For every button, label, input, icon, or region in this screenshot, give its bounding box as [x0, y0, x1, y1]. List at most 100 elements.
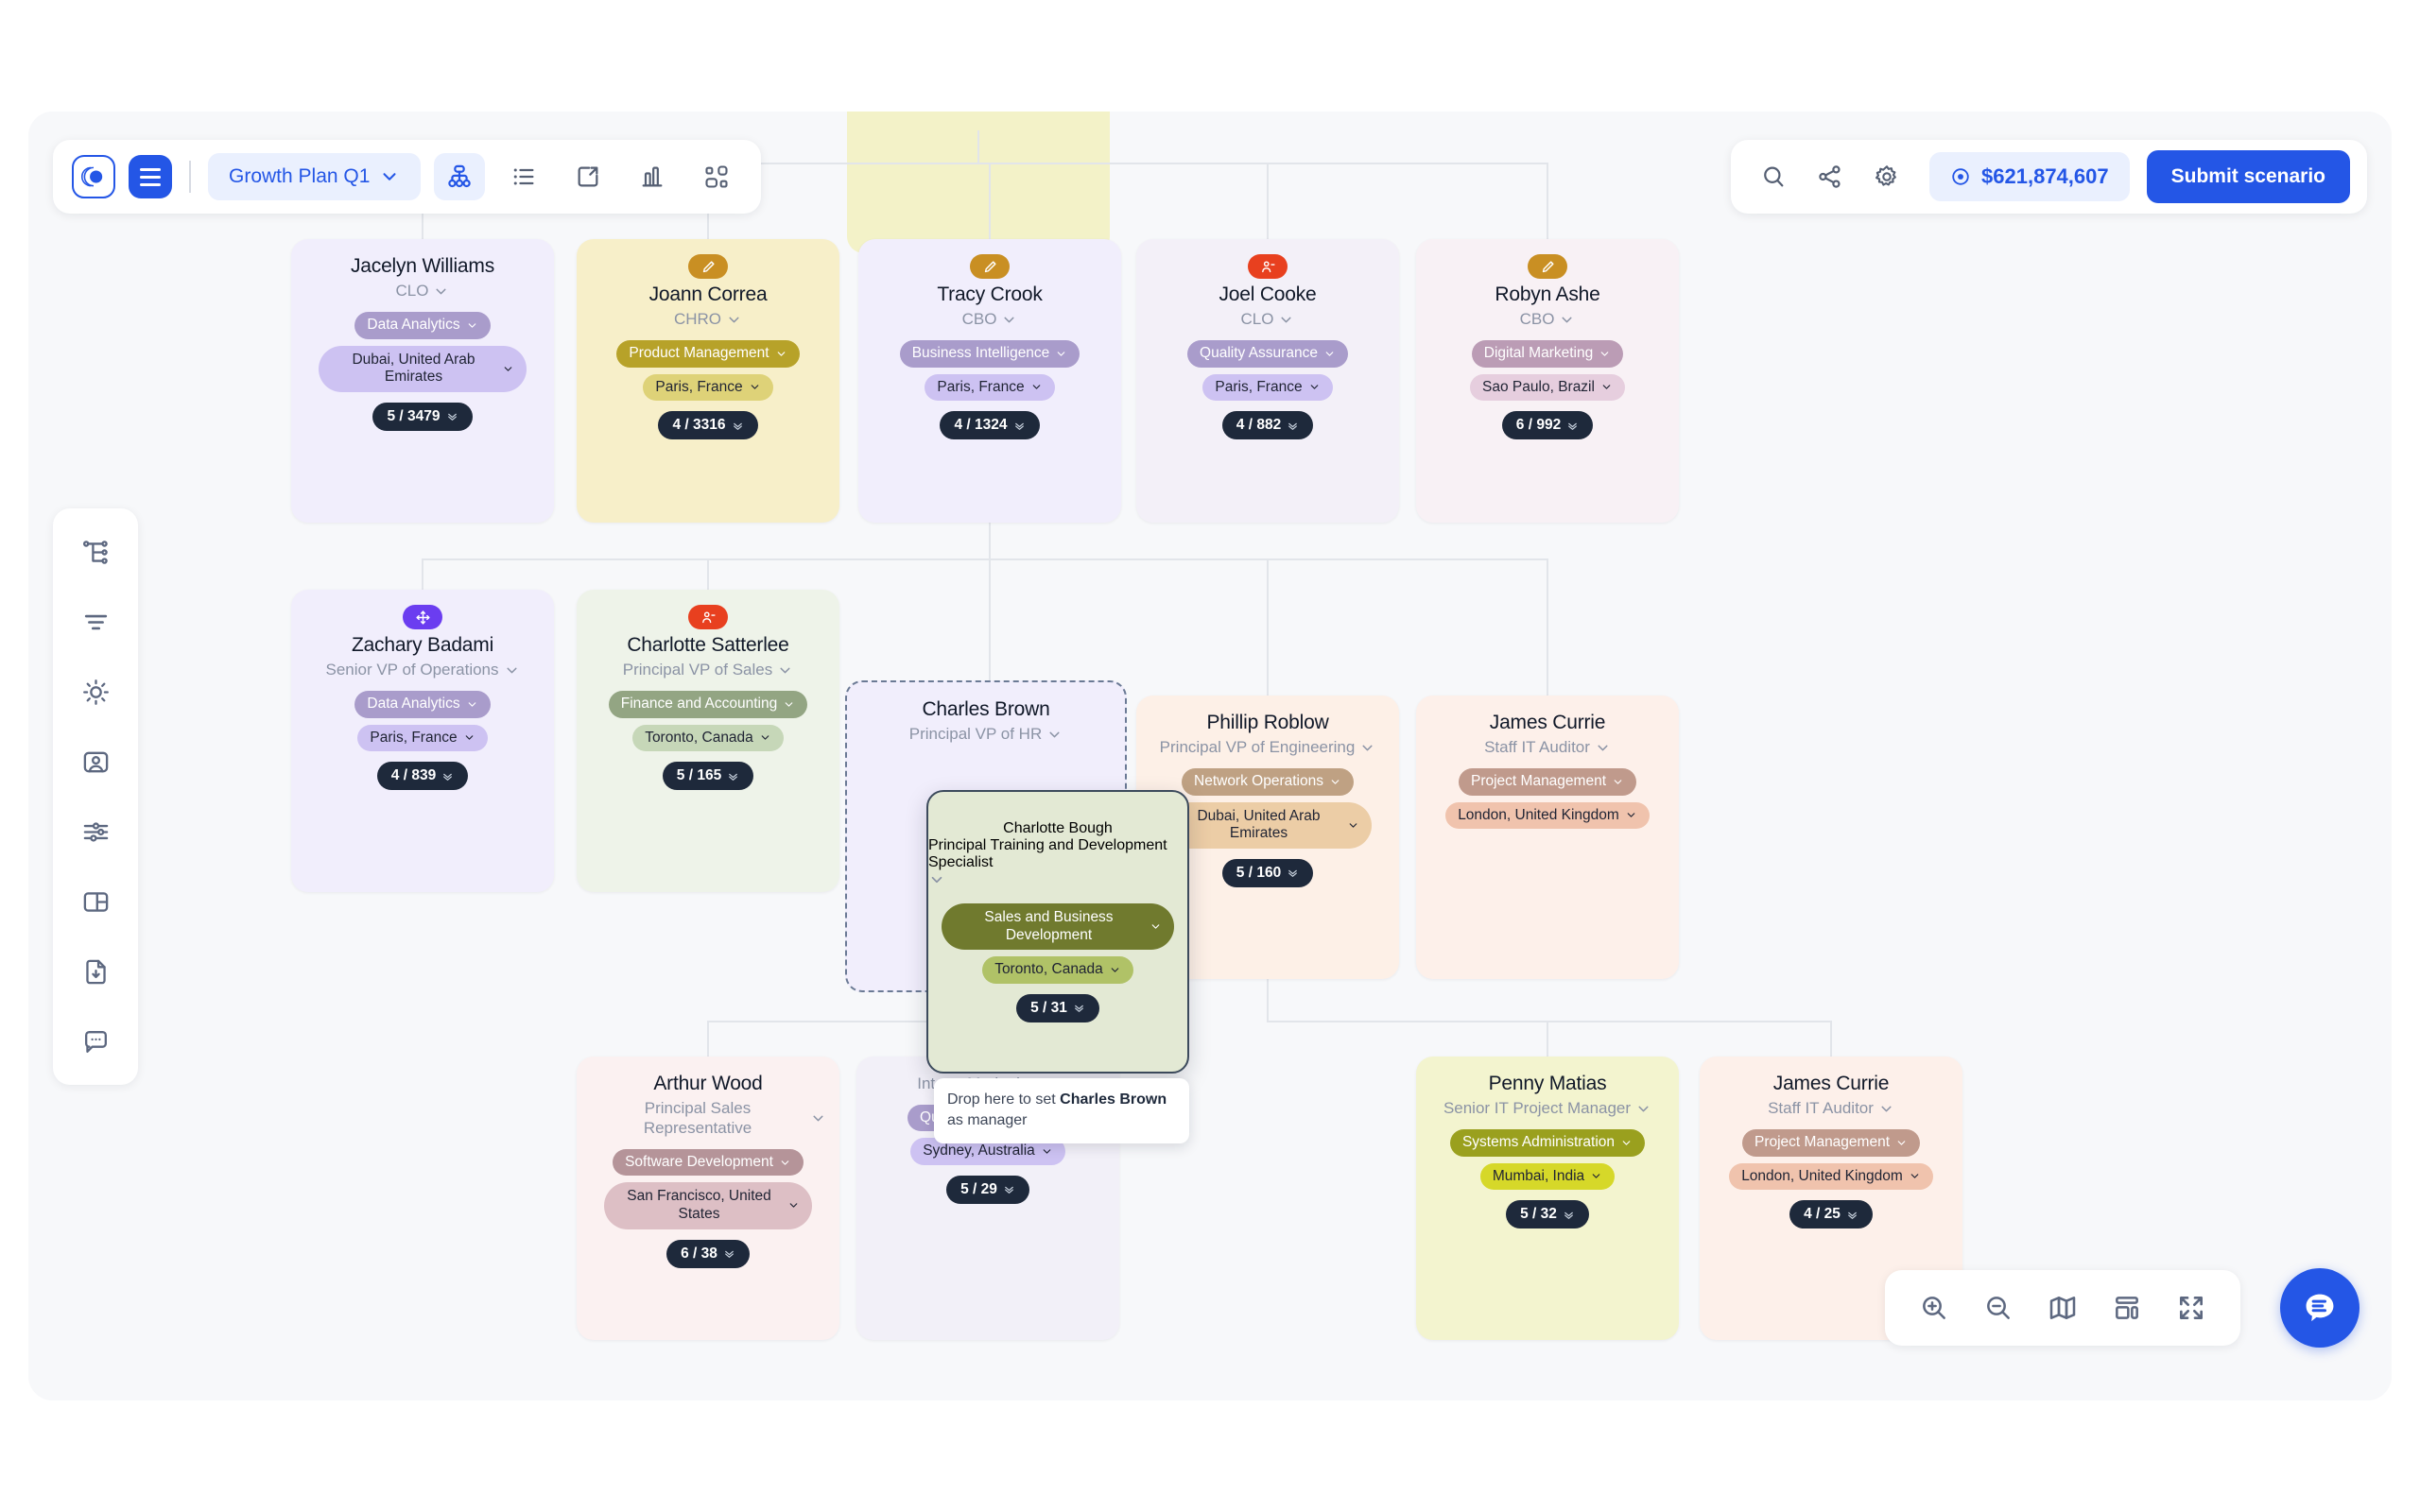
node-role-row[interactable]: Principal Sales Representative: [577, 1099, 839, 1138]
node-role-row[interactable]: Senior VP of Operations: [312, 661, 532, 680]
node-department-chip[interactable]: Project Management: [1741, 1128, 1921, 1157]
org-node-card[interactable]: Joann Correa CHRO Product Management Paris,…: [577, 239, 839, 523]
node-headcount-badge[interactable]: 5 / 160: [1221, 858, 1314, 887]
node-headcount-badge[interactable]: 4 / 3316: [658, 411, 758, 440]
chevron-down-icon[interactable]: [1359, 740, 1375, 756]
node-headcount-badge[interactable]: 6 / 992: [1501, 411, 1594, 440]
minimap-button[interactable]: [2040, 1285, 2085, 1331]
layout-toggle-button[interactable]: [2104, 1285, 2150, 1331]
node-location-chip[interactable]: London, United Kingdom: [1445, 801, 1650, 830]
drag-card-dept-chip[interactable]: Sales and Business Development: [942, 903, 1174, 951]
chevron-down-icon[interactable]: [433, 284, 449, 300]
chevron-down-icon[interactable]: [928, 871, 945, 888]
search-button[interactable]: [1748, 153, 1799, 200]
node-status-badge[interactable]: [688, 254, 728, 279]
node-location-chip[interactable]: Paris, France: [357, 724, 488, 752]
node-headcount-badge[interactable]: 6 / 38: [666, 1239, 750, 1268]
chevron-down-icon[interactable]: [1046, 727, 1063, 743]
node-headcount-badge[interactable]: 5 / 29: [946, 1175, 1029, 1204]
node-department-chip[interactable]: Data Analytics: [354, 690, 491, 718]
node-headcount-badge[interactable]: 4 / 25: [1789, 1200, 1873, 1229]
chevron-down-icon[interactable]: [810, 1110, 826, 1126]
node-location-chip[interactable]: Dubai, United Arab Emirates: [1164, 801, 1372, 849]
chevron-down-icon[interactable]: [1878, 1101, 1894, 1117]
scenario-selector[interactable]: Growth Plan Q1: [208, 153, 422, 200]
node-department-chip[interactable]: Business Intelligence: [899, 339, 1080, 368]
submit-scenario-button[interactable]: Submit scenario: [2146, 150, 2350, 203]
brand-logo-button[interactable]: [72, 155, 115, 198]
node-role-row[interactable]: CHRO: [661, 310, 755, 330]
node-department-chip[interactable]: Data Analytics: [354, 311, 491, 339]
org-node-card[interactable]: Robyn Ashe CBO Digital Marketing Sao Paulo,…: [1416, 239, 1679, 523]
node-status-badge[interactable]: [1248, 254, 1288, 279]
node-role-row[interactable]: CBO: [949, 310, 1031, 330]
node-role-row[interactable]: CBO: [1507, 310, 1589, 330]
org-node-card[interactable]: Joel Cooke CLO Quality Assurance Paris, Fra…: [1136, 239, 1399, 523]
node-location-chip[interactable]: Sao Paulo, Brazil: [1470, 373, 1625, 402]
node-headcount-badge[interactable]: 5 / 32: [1506, 1200, 1589, 1229]
org-node-card[interactable]: Penny Matias Senior IT Project Manager Sys…: [1416, 1057, 1679, 1340]
node-role-row[interactable]: CLO: [1228, 310, 1308, 330]
chevron-down-icon[interactable]: [1001, 312, 1017, 328]
drag-card-location-chip[interactable]: Toronto, Canada: [982, 956, 1133, 984]
budget-indicator[interactable]: $621,874,607: [1929, 152, 2130, 201]
node-headcount-badge[interactable]: 4 / 839: [376, 762, 469, 791]
node-department-chip[interactable]: Systems Administration: [1449, 1128, 1646, 1157]
node-location-chip[interactable]: Paris, France: [643, 373, 773, 402]
node-role-row[interactable]: Principal VP of Engineering: [1147, 738, 1390, 758]
node-headcount-badge[interactable]: 4 / 882: [1221, 411, 1314, 440]
zoom-out-button[interactable]: [1976, 1285, 2021, 1331]
tab-org-chart-view[interactable]: [434, 153, 486, 200]
node-department-chip[interactable]: Digital Marketing: [1471, 339, 1624, 368]
sidebar-item-export[interactable]: [73, 949, 118, 994]
settings-button[interactable]: [1861, 153, 1912, 200]
org-node-card[interactable]: Arthur Wood Principal Sales Representativ…: [577, 1057, 839, 1340]
node-department-chip[interactable]: Finance and Accounting: [608, 690, 808, 718]
org-node-card[interactable]: Zachary Badami Senior VP of Operations Dat…: [291, 590, 554, 892]
chevron-down-icon[interactable]: [1278, 312, 1294, 328]
node-location-chip[interactable]: San Francisco, United States: [604, 1182, 812, 1229]
share-button[interactable]: [1805, 153, 1856, 200]
sidebar-item-filter[interactable]: [73, 599, 118, 644]
hamburger-menu-button[interactable]: [129, 155, 172, 198]
tab-matrix-view[interactable]: [691, 153, 742, 200]
node-department-chip[interactable]: Product Management: [616, 339, 800, 368]
org-node-card[interactable]: Tracy Crook CBO Business Intelligence Paris…: [858, 239, 1121, 523]
node-location-chip[interactable]: Toronto, Canada: [632, 724, 784, 752]
chevron-down-icon[interactable]: [504, 662, 520, 679]
node-role-row[interactable]: Principal VP of Sales: [610, 661, 806, 680]
chat-assistant-button[interactable]: [2280, 1268, 2360, 1348]
tab-insights-view[interactable]: [562, 153, 614, 200]
chevron-down-icon[interactable]: [1635, 1101, 1651, 1117]
sidebar-item-settings[interactable]: [73, 809, 118, 854]
node-status-badge[interactable]: [688, 605, 728, 629]
node-role-row[interactable]: CLO: [383, 282, 463, 301]
node-department-chip[interactable]: Software Development: [613, 1148, 804, 1177]
org-node-card[interactable]: Jacelyn Williams CLO Data Analytics Dubai, …: [291, 239, 554, 523]
node-department-chip[interactable]: Quality Assurance: [1187, 339, 1348, 368]
node-location-chip[interactable]: Paris, France: [1202, 373, 1333, 402]
node-location-chip[interactable]: London, United Kingdom: [1729, 1162, 1933, 1191]
fullscreen-button[interactable]: [2169, 1285, 2214, 1331]
sidebar-item-hierarchy[interactable]: [73, 529, 118, 575]
tab-analytics-view[interactable]: [627, 153, 678, 200]
node-role-row[interactable]: Staff IT Auditor: [1754, 1099, 1908, 1119]
chevron-down-icon[interactable]: [1595, 740, 1611, 756]
node-location-chip[interactable]: Mumbai, India: [1479, 1162, 1616, 1191]
node-role-row[interactable]: Senior IT Project Manager: [1430, 1099, 1665, 1119]
node-status-badge[interactable]: [970, 254, 1010, 279]
node-headcount-badge[interactable]: 5 / 3479: [372, 402, 473, 431]
node-department-chip[interactable]: Network Operations: [1182, 767, 1354, 796]
org-chart-canvas[interactable]: Jacelyn Williams CLO Data Analytics Dubai, …: [28, 112, 2392, 1400]
drag-preview-card[interactable]: Charlotte Bough Principal Training and D…: [926, 790, 1189, 1074]
tab-list-view[interactable]: [498, 153, 549, 200]
org-node-card[interactable]: Charlotte Satterlee Principal VP of Sales…: [577, 590, 839, 892]
chevron-down-icon[interactable]: [726, 312, 742, 328]
sidebar-item-comments[interactable]: [73, 1019, 118, 1064]
zoom-in-button[interactable]: [1911, 1285, 1957, 1331]
drag-card-count-badge[interactable]: 5 / 31: [1016, 993, 1099, 1022]
chevron-down-icon[interactable]: [777, 662, 793, 679]
node-role-row[interactable]: Staff IT Auditor: [1471, 738, 1624, 758]
node-department-chip[interactable]: Project Management: [1458, 767, 1637, 796]
node-headcount-badge[interactable]: 5 / 165: [662, 762, 754, 791]
